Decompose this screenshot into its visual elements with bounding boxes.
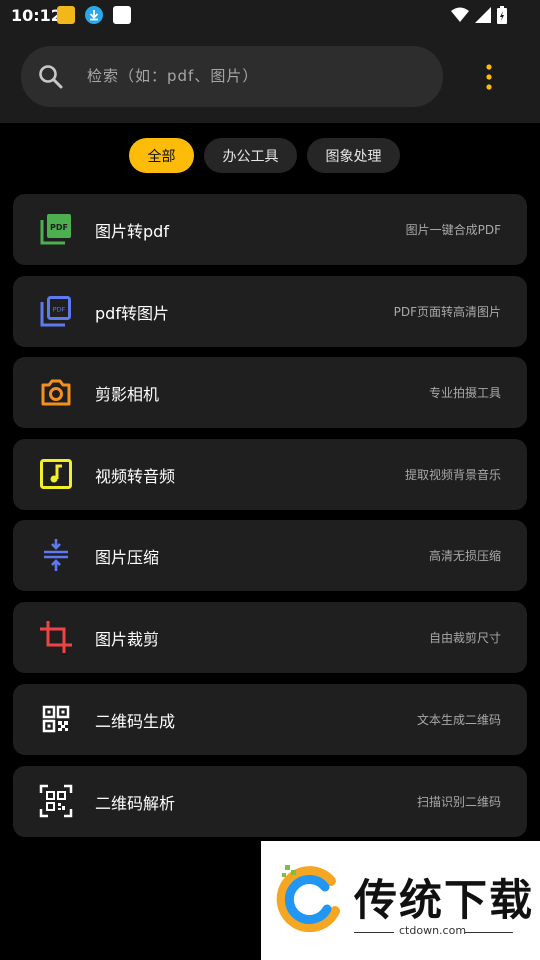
tool-description: 文本生成二维码 — [416, 713, 501, 727]
tool-card-image-to-pdf[interactable]: PDF 图片转pdf 图片一键合成PDF — [13, 194, 527, 265]
qr-scan-icon — [39, 784, 73, 818]
tool-card-pdf-to-image[interactable]: PDF pdf转图片 PDF页面转高清图片 — [13, 276, 527, 347]
watermark: 传统下载 ctdown.com — [261, 841, 540, 960]
image-to-pdf-icon: PDF — [40, 214, 71, 245]
tool-title: 图片转pdf — [95, 222, 169, 241]
tool-title: 二维码解析 — [95, 794, 176, 813]
camera-icon — [41, 379, 71, 406]
tool-description: PDF页面转高清图片 — [393, 305, 501, 319]
tool-description: 专业拍摄工具 — [428, 386, 501, 400]
watermark-divider — [354, 932, 394, 933]
watermark-url: ctdown.com — [399, 924, 467, 937]
battery-icon — [497, 6, 507, 24]
tool-description: 提取视频背景音乐 — [404, 468, 501, 482]
tool-title: 二维码生成 — [95, 712, 176, 731]
compress-icon — [44, 539, 68, 571]
qr-code-icon — [42, 705, 70, 733]
svg-text:PDF: PDF — [53, 306, 66, 314]
pdf-to-image-icon: PDF — [40, 296, 71, 327]
signal-icon — [475, 7, 491, 23]
app-notification-icon — [57, 6, 75, 24]
tool-card-qr-scan[interactable]: 二维码解析 扫描识别二维码 — [13, 766, 527, 837]
tool-title: 图片压缩 — [95, 548, 160, 567]
tool-title: 剪影相机 — [95, 385, 160, 404]
watermark-logo — [276, 865, 340, 933]
download-icon — [85, 6, 103, 24]
crop-icon — [40, 621, 72, 653]
tool-card-image-compress[interactable]: 图片压缩 高清无损压缩 — [13, 520, 527, 591]
status-time: 10:12 — [11, 6, 62, 25]
chip-all[interactable]: 全部 — [129, 138, 194, 173]
chip-image-processing[interactable]: 图象处理 — [307, 138, 400, 173]
watermark-name: 传统下载 — [354, 876, 534, 926]
tool-title: 图片裁剪 — [95, 630, 160, 649]
music-note-icon — [40, 459, 72, 489]
system-icons — [451, 6, 507, 24]
app-notification-icon — [113, 6, 131, 24]
search-icon — [39, 65, 63, 89]
tool-card-video-to-audio[interactable]: 视频转音频 提取视频背景音乐 — [13, 439, 527, 510]
tool-card-camera[interactable]: 剪影相机 专业拍摄工具 — [13, 357, 527, 428]
category-chips: 全部 办公工具 图象处理 — [0, 138, 540, 174]
wifi-icon — [451, 7, 469, 22]
tool-description: 图片一键合成PDF — [405, 223, 501, 237]
tool-title: pdf转图片 — [95, 304, 169, 323]
tool-title: 视频转音频 — [95, 467, 176, 486]
header: 检索（如：pdf、图片） — [0, 31, 540, 123]
tool-description: 自由裁剪尺寸 — [428, 631, 501, 645]
watermark-divider — [465, 932, 513, 933]
svg-text:PDF: PDF — [50, 223, 68, 232]
search-input[interactable]: 检索（如：pdf、图片） — [21, 46, 443, 107]
tool-description: 扫描识别二维码 — [416, 795, 501, 809]
tool-card-qr-generate[interactable]: 二维码生成 文本生成二维码 — [13, 684, 527, 755]
search-placeholder: 检索（如：pdf、图片） — [87, 67, 259, 85]
chip-office-tools[interactable]: 办公工具 — [204, 138, 297, 173]
tool-description: 高清无损压缩 — [428, 549, 501, 563]
status-bar: 10:12 — [0, 0, 540, 31]
more-menu-icon[interactable] — [478, 63, 500, 91]
tool-card-image-crop[interactable]: 图片裁剪 自由裁剪尺寸 — [13, 602, 527, 673]
